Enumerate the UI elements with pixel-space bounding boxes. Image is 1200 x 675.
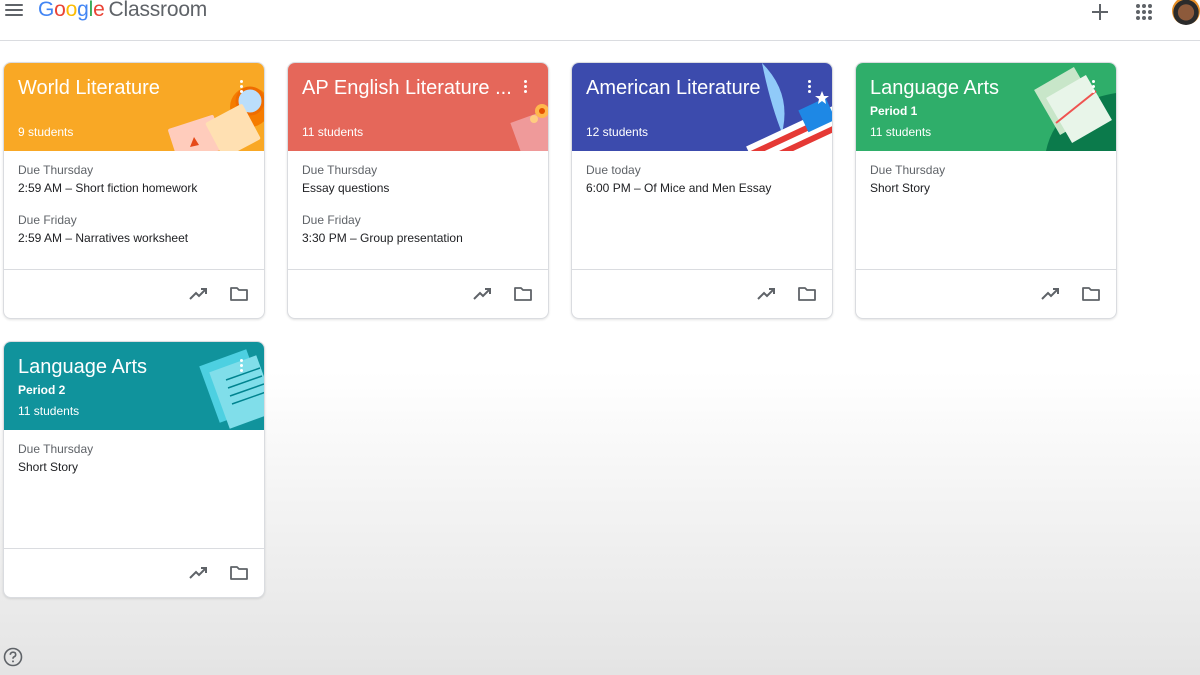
due-label: Due Thursday: [302, 163, 378, 177]
more-vert-icon[interactable]: [238, 80, 244, 96]
card-header[interactable]: Language Arts Period 1 11 students: [856, 63, 1116, 151]
header-illustration: [168, 86, 264, 151]
google-classroom-logo[interactable]: Google Classroom: [38, 0, 207, 22]
apps-grid-icon[interactable]: [1135, 3, 1153, 21]
assignment-link[interactable]: 2:59 AM – Short fiction homework: [18, 181, 250, 195]
more-vert-icon[interactable]: [522, 80, 528, 96]
student-count: 11 students: [302, 125, 364, 139]
due-label: Due Friday: [18, 213, 77, 227]
class-title[interactable]: American Literature: [586, 77, 761, 100]
class-card: Language Arts Period 1 11 students Due T…: [855, 62, 1117, 319]
card-header[interactable]: AP English Literature ... 11 students: [288, 63, 548, 151]
card-header[interactable]: Language Arts Period 2 11 students: [4, 342, 264, 430]
folder-icon[interactable]: [797, 285, 817, 303]
class-section: Period 1: [870, 104, 918, 118]
header-illustration: [199, 349, 264, 429]
student-count: 11 students: [18, 404, 80, 418]
folder-icon[interactable]: [229, 285, 249, 303]
assignment-link[interactable]: Short Story: [18, 460, 250, 474]
trending-up-icon[interactable]: [756, 286, 776, 302]
class-card: World Literature 9 students Due Thursday…: [3, 62, 265, 319]
card-footer: [856, 269, 1116, 318]
class-card: AP English Literature ... 11 students Du…: [287, 62, 549, 319]
class-card: Language Arts Period 2 11 students Due T…: [3, 341, 265, 598]
due-label: Due Thursday: [870, 163, 946, 177]
more-vert-icon[interactable]: [806, 80, 812, 96]
class-title[interactable]: World Literature: [18, 77, 160, 100]
due-label: Due Thursday: [18, 163, 94, 177]
student-count: 12 students: [586, 125, 649, 139]
trending-up-icon[interactable]: [1040, 286, 1060, 302]
card-footer: [4, 269, 264, 318]
help-icon[interactable]: [3, 647, 23, 667]
upcoming-work: Due Thursday Short Story: [856, 151, 1116, 270]
header-illustration: [1034, 66, 1116, 151]
card-header[interactable]: World Literature 9 students: [4, 63, 264, 151]
upcoming-work: Due today 6:00 PM – Of Mice and Men Essa…: [572, 151, 832, 270]
upcoming-work: Due Thursday Essay questions Due Friday …: [288, 151, 548, 270]
more-vert-icon[interactable]: [238, 359, 244, 375]
due-label: Due Thursday: [18, 442, 94, 456]
class-title[interactable]: AP English Literature ...: [302, 77, 512, 100]
class-title[interactable]: Language Arts: [870, 77, 999, 100]
plus-icon[interactable]: [1089, 1, 1111, 23]
card-header[interactable]: American Literature 12 students: [572, 63, 832, 151]
trending-up-icon[interactable]: [188, 565, 208, 581]
due-label: Due today: [586, 163, 641, 177]
top-app-bar: Google Classroom: [0, 0, 1200, 41]
menu-icon[interactable]: [4, 2, 24, 18]
folder-icon[interactable]: [1081, 285, 1101, 303]
upcoming-work: Due Thursday 2:59 AM – Short fiction hom…: [4, 151, 264, 270]
avatar[interactable]: [1172, 0, 1200, 25]
card-footer: [288, 269, 548, 318]
class-title[interactable]: Language Arts: [18, 356, 147, 379]
class-card: American Literature 12 students Due toda…: [571, 62, 833, 319]
more-vert-icon[interactable]: [1090, 80, 1096, 96]
product-name: Classroom: [108, 0, 208, 21]
assignment-link[interactable]: Short Story: [870, 181, 1102, 195]
trending-up-icon[interactable]: [472, 286, 492, 302]
assignment-link[interactable]: 2:59 AM – Narratives worksheet: [18, 231, 250, 245]
assignment-link[interactable]: 3:30 PM – Group presentation: [302, 231, 534, 245]
upcoming-work: Due Thursday Short Story: [4, 430, 264, 549]
assignment-link[interactable]: Essay questions: [302, 181, 534, 195]
student-count: 11 students: [870, 125, 932, 139]
card-footer: [572, 269, 832, 318]
assignment-link[interactable]: 6:00 PM – Of Mice and Men Essay: [586, 181, 818, 195]
student-count: 9 students: [18, 125, 74, 139]
due-label: Due Friday: [302, 213, 361, 227]
folder-icon[interactable]: [229, 564, 249, 582]
trending-up-icon[interactable]: [188, 286, 208, 302]
card-footer: [4, 548, 264, 597]
class-section: Period 2: [18, 383, 66, 397]
folder-icon[interactable]: [513, 285, 533, 303]
